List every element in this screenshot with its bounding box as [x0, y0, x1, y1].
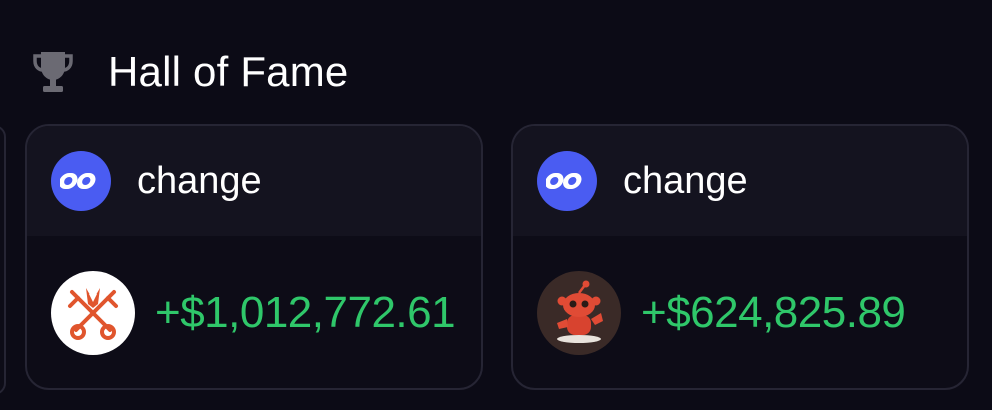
- red-robot-avatar[interactable]: [537, 271, 621, 355]
- hall-of-fame-card[interactable]: change +$1,012,772.61: [25, 124, 483, 390]
- card-token-row: change: [27, 126, 481, 236]
- hall-of-fame-section: Hall of Fame change +$1,012,772.61 chang…: [0, 0, 992, 410]
- section-header: Hall of Fame: [28, 42, 348, 102]
- token-name: change: [623, 159, 748, 202]
- section-title: Hall of Fame: [108, 48, 349, 95]
- token-name: change: [137, 159, 262, 202]
- hall-of-fame-card[interactable]: change +$624,825.89: [511, 124, 969, 390]
- card-token-row: change: [513, 126, 967, 236]
- change-token-icon: [51, 151, 111, 211]
- crossed-keys-avatar[interactable]: [51, 271, 135, 355]
- profit-amount: +$624,825.89: [641, 288, 906, 337]
- card-profit-row: +$1,012,772.61: [27, 236, 481, 388]
- change-token-icon: [537, 151, 597, 211]
- card-profit-row: +$624,825.89: [513, 236, 967, 388]
- profit-amount: +$1,012,772.61: [155, 288, 456, 337]
- trophy-icon: [28, 46, 78, 98]
- previous-card-edge[interactable]: [0, 125, 6, 395]
